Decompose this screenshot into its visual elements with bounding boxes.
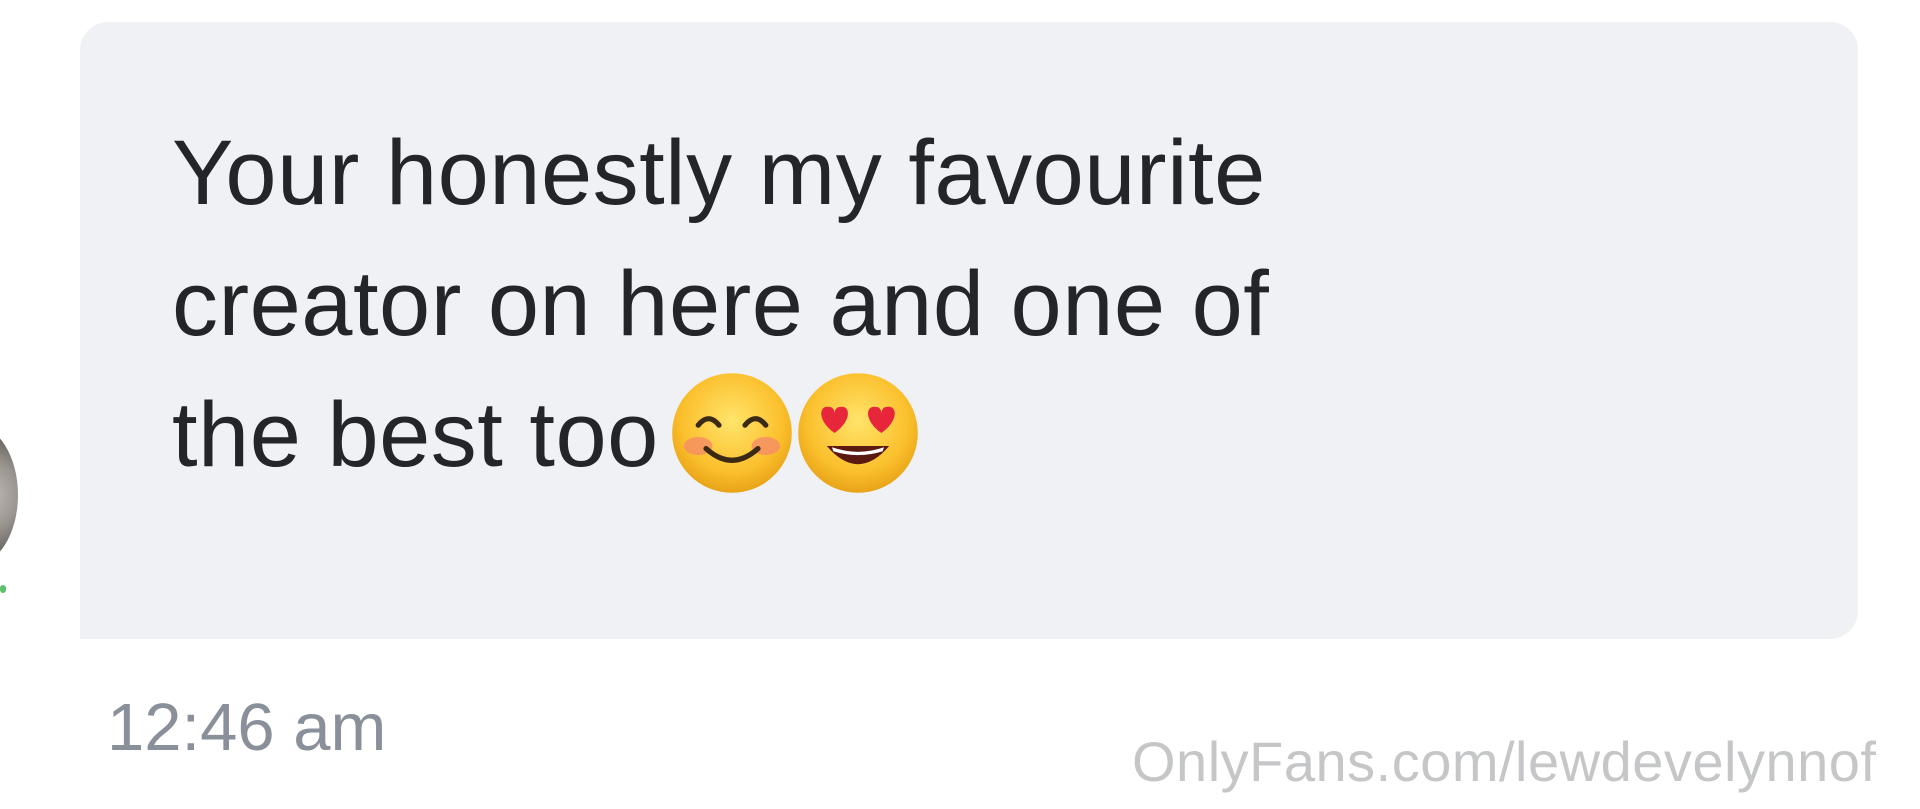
- smiling-face-with-smiling-eyes-icon: [672, 372, 792, 493]
- chat-screenshot: Your honestly my favourite creator on he…: [0, 0, 1920, 809]
- online-status-dot: [0, 585, 6, 593]
- message-timestamp: 12:46 am: [107, 690, 387, 765]
- smiling-face-with-heart-eyes-icon: [798, 372, 918, 493]
- message-line-2: creator on here and one of: [172, 253, 1270, 355]
- message-line-3-text: the best too: [172, 384, 659, 486]
- message-line-3: the best too: [172, 370, 1732, 501]
- watermark: OnlyFans.com/lewdevelynnof: [1132, 730, 1877, 793]
- message-line-1: Your honestly my favourite: [172, 122, 1266, 224]
- message-text: Your honestly my favourite creator on he…: [172, 108, 1732, 501]
- avatar[interactable]: [0, 425, 18, 565]
